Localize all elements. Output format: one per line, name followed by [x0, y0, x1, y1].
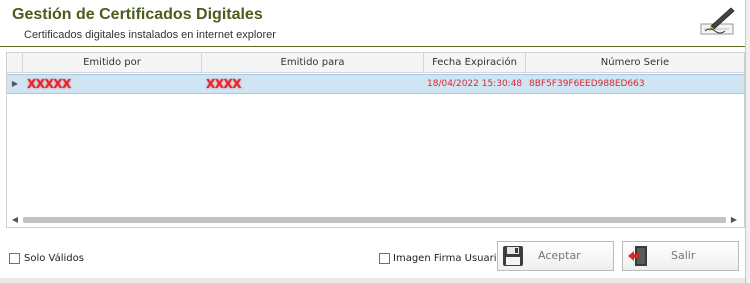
column-header-emitido-para[interactable]: Emitido para [202, 53, 424, 73]
cell-emitido-para: XXXX [206, 75, 420, 93]
table-row[interactable]: ▶ XXXXX XXXX 18/04/2022 15:30:48 8BF5F39… [7, 74, 744, 94]
row-indicator-header [7, 53, 23, 73]
imagen-firma-checkbox[interactable] [379, 253, 390, 264]
floppy-disk-icon [503, 246, 523, 266]
cell-emitido-por: XXXXX [27, 75, 199, 93]
column-header-numero-serie[interactable]: Número Serie [526, 53, 744, 73]
scroll-thumb[interactable] [23, 217, 726, 223]
table-header: Emitido por Emitido para Fecha Expiració… [7, 53, 744, 73]
exit-button[interactable]: Salir [622, 241, 739, 271]
horizontal-scrollbar[interactable]: ◀ ▶ [7, 213, 744, 227]
accept-button-label: Aceptar [538, 249, 581, 262]
row-selector-arrow-icon: ▶ [11, 79, 19, 88]
scroll-left-arrow-icon[interactable]: ◀ [9, 214, 21, 226]
redacted-emitido-para: XXXX [206, 77, 242, 91]
cell-fecha-expiracion: 18/04/2022 15:30:48 [427, 79, 523, 89]
column-header-fecha-expiracion[interactable]: Fecha Expiración [424, 53, 526, 73]
window-right-edge [745, 0, 750, 283]
redacted-emitido-por: XXXXX [27, 77, 71, 91]
exit-door-icon [628, 246, 647, 266]
column-header-emitido-por[interactable]: Emitido por [23, 53, 202, 73]
page-subtitle: Certificados digitales instalados en int… [24, 29, 276, 41]
accept-button[interactable]: Aceptar [497, 241, 614, 271]
certificate-manager-window: Gestión de Certificados Digitales Certif… [0, 0, 745, 283]
page-title: Gestión de Certificados Digitales [12, 6, 263, 23]
certificates-table[interactable]: Emitido por Emitido para Fecha Expiració… [6, 52, 745, 228]
cell-numero-serie: 8BF5F39F6EED988ED663 [529, 79, 645, 89]
imagen-firma-label: Imagen Firma Usuario [393, 253, 503, 264]
bottom-strip [0, 278, 745, 283]
solo-validos-label: Solo Válidos [24, 253, 84, 264]
exit-button-label: Salir [671, 249, 696, 262]
certificate-pen-icon [700, 7, 735, 35]
header-bar: Gestión de Certificados Digitales Certif… [0, 0, 745, 47]
solo-validos-checkbox[interactable] [9, 253, 20, 264]
scroll-right-arrow-icon[interactable]: ▶ [728, 214, 740, 226]
